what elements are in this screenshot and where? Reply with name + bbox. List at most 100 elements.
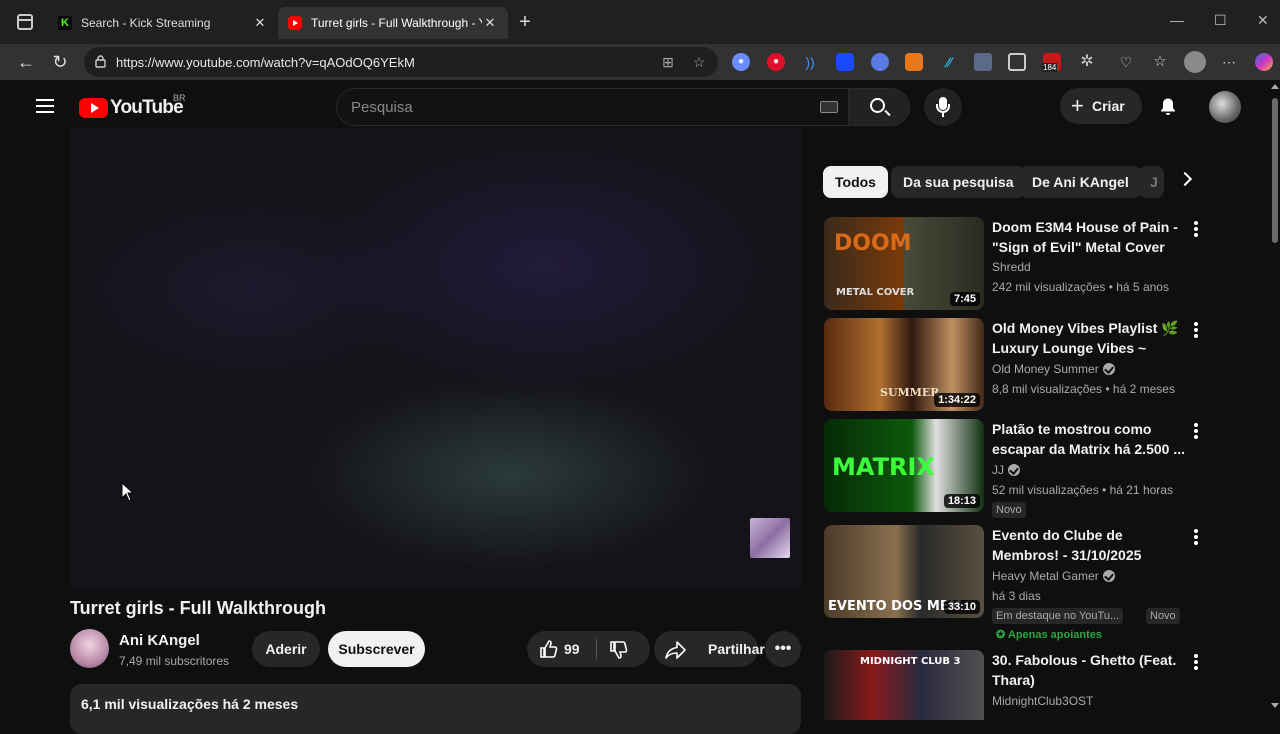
share-button[interactable]: Partilhar — [654, 631, 765, 667]
video-title: Turret girls - Full Walkthrough — [70, 598, 326, 618]
plus-icon: + — [1071, 93, 1084, 118]
channel-name: Old Money Summer — [992, 362, 1099, 376]
chip-all[interactable]: Todos — [823, 166, 888, 198]
shield-icon[interactable] — [836, 53, 854, 71]
dislike-icon[interactable] — [609, 640, 629, 660]
more-vertical-icon[interactable] — [1194, 322, 1198, 338]
app-available-icon[interactable]: ⊞ — [660, 54, 676, 70]
more-vertical-icon[interactable] — [1194, 654, 1198, 670]
settings-more-icon[interactable]: ⋯ — [1220, 53, 1238, 71]
channel-name[interactable]: Ani KAngel — [119, 632, 200, 649]
microphone-stem — [942, 113, 944, 117]
voice-search-button[interactable] — [924, 88, 962, 126]
divider — [596, 639, 597, 659]
chip-truncated[interactable]: J — [1138, 166, 1164, 198]
page-scrollbar[interactable] — [1270, 80, 1280, 720]
notifications-bell-icon[interactable] — [1159, 97, 1177, 117]
recommendation-title[interactable]: Platão te mostrou como escapar da Matrix… — [992, 419, 1188, 459]
mouse-cursor-icon — [121, 482, 135, 502]
channel-avatar[interactable] — [70, 629, 109, 668]
tab-actions-icon[interactable] — [17, 14, 33, 30]
subscribe-button[interactable]: Subscrever — [328, 631, 425, 667]
close-tab-icon[interactable]: ✕ — [482, 15, 498, 31]
chevron-right-icon[interactable] — [1177, 171, 1193, 187]
extension-icon[interactable]: ● — [767, 53, 785, 71]
search-button[interactable] — [848, 88, 910, 126]
recommendation-title[interactable]: Doom E3M4 House of Pain - "Sign of Evil"… — [992, 217, 1188, 257]
extension-icon[interactable]: ● — [732, 53, 750, 71]
recommendation-channel[interactable]: JJ — [992, 463, 1020, 477]
qr-icon[interactable] — [1008, 53, 1026, 71]
recommendation-item[interactable]: SUMMER 1:34:22 Old Money Vibes Playlist … — [824, 318, 1264, 414]
video-thumbnail[interactable]: DOOM METAL COVER 7:45 — [824, 217, 984, 310]
join-button[interactable]: Aderir — [252, 631, 320, 667]
youtube-page: YouTube BR Pesquisa + Criar Turret girls … — [10, 80, 1270, 734]
like-icon[interactable] — [539, 639, 559, 659]
video-duration: 1:34:22 — [934, 393, 980, 407]
thumbnail-text: EVENTO DOS MEM — [828, 599, 962, 614]
keyboard-icon[interactable] — [820, 101, 838, 113]
scroll-down-icon[interactable] — [1271, 703, 1279, 708]
video-player[interactable] — [70, 128, 802, 588]
video-thumbnail[interactable]: MATRIX 18:13 — [824, 419, 984, 512]
video-thumbnail[interactable]: SUMMER 1:34:22 — [824, 318, 984, 411]
extension-icon[interactable] — [871, 53, 889, 71]
recommendation-item[interactable]: EVENTO DOS MEM 33:10 Evento do Clube de … — [824, 525, 1264, 645]
recommendation-stats: 52 mil visualizações • há 21 horas — [992, 483, 1173, 497]
extension-icon[interactable]: ⁄⁄ — [940, 53, 958, 71]
more-vertical-icon[interactable] — [1194, 423, 1198, 439]
description-box[interactable]: 6,1 mil visualizações há 2 meses — [70, 684, 801, 734]
tab-title: Turret girls - Full Walkthrough - YouTub… — [311, 16, 482, 30]
search-placeholder: Pesquisa — [351, 99, 413, 116]
read-aloud-icon[interactable]: )) — [801, 53, 819, 71]
recommendation-title[interactable]: Old Money Vibes Playlist 🌿 Luxury Lounge… — [992, 318, 1188, 358]
extension-icon[interactable] — [974, 53, 992, 71]
recommendation-channel[interactable]: Heavy Metal Gamer — [992, 569, 1115, 583]
recommendation-channel[interactable]: MidnightClub3OST — [992, 694, 1093, 708]
close-window-icon[interactable]: ✕ — [1257, 12, 1269, 29]
recommendation-item[interactable]: MIDNIGHT CLUB 3 30. Fabolous - Ghetto (F… — [824, 650, 1264, 720]
favorite-star-icon[interactable]: ☆ — [691, 54, 707, 70]
channel-watermark[interactable] — [750, 518, 790, 558]
menu-icon[interactable] — [36, 99, 54, 113]
thumbnail-text: MATRIX — [832, 453, 935, 481]
youtube-play-icon — [79, 98, 108, 118]
copilot-icon[interactable] — [1255, 53, 1273, 71]
minimize-icon[interactable]: — — [1170, 12, 1184, 28]
scroll-up-icon[interactable] — [1271, 84, 1279, 89]
more-actions-button[interactable]: ••• — [765, 631, 801, 667]
close-tab-icon[interactable]: ✕ — [252, 15, 268, 31]
recommendation-channel[interactable]: Old Money Summer — [992, 362, 1115, 376]
recommendation-item[interactable]: DOOM METAL COVER 7:45 Doom E3M4 House of… — [824, 217, 1264, 313]
video-thumbnail[interactable]: EVENTO DOS MEM 33:10 — [824, 525, 984, 618]
recommendation-title[interactable]: 30. Fabolous - Ghetto (Feat. Thara) — [992, 650, 1188, 690]
video-thumbnail[interactable]: MIDNIGHT CLUB 3 — [824, 650, 984, 720]
create-button[interactable]: + Criar — [1060, 88, 1142, 124]
scrollbar-thumb[interactable] — [1272, 98, 1278, 243]
youtube-logo[interactable]: YouTube BR — [79, 93, 186, 119]
extensions-puzzle-icon[interactable]: ✲ — [1078, 53, 1096, 71]
chip-from-channel[interactable]: De Ani KAngel — [1020, 166, 1141, 198]
account-avatar[interactable] — [1209, 91, 1241, 123]
recommendation-item[interactable]: MATRIX 18:13 Platão te mostrou como esca… — [824, 419, 1264, 518]
browser-tab-kick[interactable]: K Search - Kick Streaming ✕ — [48, 7, 278, 39]
recommendation-channel[interactable]: Shredd — [992, 260, 1031, 274]
back-button[interactable]: ← — [14, 50, 38, 74]
search-icon — [870, 98, 885, 113]
chip-from-search[interactable]: Da sua pesquisa — [891, 166, 1026, 198]
reload-button[interactable]: ↻ — [48, 50, 72, 74]
maximize-icon[interactable]: ☐ — [1214, 12, 1227, 29]
browser-tab-youtube[interactable]: Turret girls - Full Walkthrough - YouTub… — [278, 7, 508, 39]
profile-avatar[interactable] — [1184, 51, 1206, 73]
recommendation-title[interactable]: Evento do Clube de Membros! - 31/10/2025 — [992, 525, 1188, 565]
channel-name: Heavy Metal Gamer — [992, 569, 1099, 583]
favorites-icon[interactable]: ☆ — [1151, 53, 1169, 71]
fox-icon[interactable] — [905, 53, 923, 71]
extension-icon[interactable]: 184 — [1042, 53, 1061, 72]
search-input[interactable]: Pesquisa — [336, 88, 848, 126]
more-vertical-icon[interactable] — [1194, 529, 1198, 545]
performance-icon[interactable]: ♡ — [1117, 53, 1135, 71]
address-bar[interactable]: https://www.youtube.com/watch?v=qAOdOQ6Y… — [84, 47, 718, 77]
more-vertical-icon[interactable] — [1194, 221, 1198, 237]
new-tab-button[interactable]: + — [514, 11, 536, 34]
